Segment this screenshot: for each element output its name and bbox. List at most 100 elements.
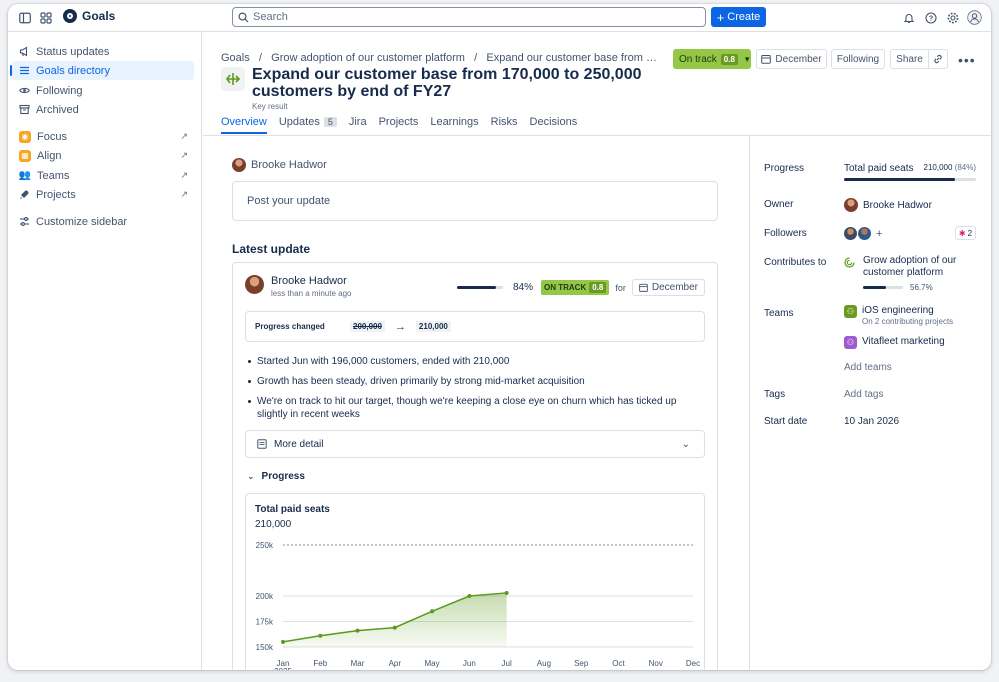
app-name: Goals <box>82 9 116 23</box>
x-tick-label: Jul <box>502 659 512 668</box>
plus-icon: + <box>716 9 725 25</box>
owner-name: Brooke Hadwor <box>863 199 932 211</box>
share-button[interactable]: Share <box>890 49 929 69</box>
team-vitafleet[interactable]: ⚇ Vitafleet marketing <box>844 336 945 349</box>
update-month-button[interactable]: December <box>631 279 705 296</box>
document-icon <box>257 439 267 449</box>
breadcrumb-current[interactable]: Expand our customer base from 170,000 to… <box>486 52 661 64</box>
update-feed: Brooke Hadwor Post your update Latest up… <box>232 136 718 670</box>
add-tags-button[interactable]: Add tags <box>844 389 883 400</box>
update-author-name[interactable]: Brooke Hadwor <box>271 275 352 287</box>
profile-avatar-icon[interactable] <box>967 10 982 25</box>
slack-followers-button[interactable]: ✱ 2 <box>955 226 976 240</box>
list-item: Started Jun with 196,000 customers, ende… <box>245 355 697 368</box>
add-teams-button[interactable]: Add teams <box>844 362 892 373</box>
more-actions-icon[interactable]: ••• <box>958 52 976 68</box>
breadcrumb-separator: / <box>252 52 269 64</box>
notifications-bell-icon[interactable] <box>902 11 916 25</box>
sidebar-item-goals-directory[interactable]: Goals directory <box>10 61 194 80</box>
customize-label: Customize sidebar <box>36 215 128 228</box>
tab-label: Overview <box>221 116 267 128</box>
data-point <box>318 633 323 638</box>
avatar <box>245 275 264 294</box>
page-title: Expand our customer base from 170,000 to… <box>252 66 642 100</box>
progress-fill <box>456 286 496 289</box>
link-icon <box>934 54 942 64</box>
avatar[interactable] <box>844 227 857 240</box>
copy-link-button[interactable] <box>928 49 948 69</box>
sidebar-customize[interactable]: Customize sidebar <box>12 212 194 231</box>
app-logo[interactable]: Goals <box>63 9 115 23</box>
new-value: 210,000 <box>415 321 451 332</box>
y-tick-label: 200k <box>256 592 274 601</box>
tab-risks[interactable]: Risks <box>491 116 518 134</box>
sidebar-item-projects[interactable]: Projects ↗ <box>12 185 194 204</box>
sidebar-item-following[interactable]: Following <box>12 81 194 100</box>
followers-label: Followers <box>764 228 807 239</box>
tab-jira[interactable]: Jira <box>349 116 367 134</box>
sidebar-item-label: Following <box>36 84 83 97</box>
progress-section-toggle[interactable]: ⌄ Progress <box>247 471 305 482</box>
sidebar-toggle-icon[interactable] <box>18 11 32 25</box>
breadcrumb-root[interactable]: Goals <box>221 52 250 64</box>
following-label: Following <box>836 53 880 65</box>
add-follower-icon[interactable]: + <box>876 228 882 240</box>
progress-section-label: Progress <box>261 471 305 482</box>
help-icon[interactable]: ? <box>924 11 938 25</box>
status-dropdown[interactable]: On track 0.8 ▾ <box>673 49 751 69</box>
app-switcher-icon[interactable] <box>39 11 53 25</box>
sidebar-item-teams[interactable]: 👥 Teams ↗ <box>12 166 194 185</box>
tab-learnings[interactable]: Learnings <box>430 116 478 134</box>
sliders-icon <box>20 217 29 226</box>
external-link-icon: ↗ <box>180 170 188 180</box>
tab-decisions[interactable]: Decisions <box>530 116 578 134</box>
latest-update-heading: Latest update <box>232 242 311 256</box>
settings-gear-icon[interactable] <box>946 11 960 25</box>
progress-bar <box>844 178 976 181</box>
key-result-icon <box>221 67 245 91</box>
due-date-button[interactable]: December <box>756 49 827 69</box>
data-point <box>430 609 435 614</box>
progress-amount: 210,000 (84%) <box>924 163 977 172</box>
contributes-field[interactable]: Grow adoption of our customer platform 5… <box>844 255 984 292</box>
progress-metric: Total paid seats <box>844 163 914 174</box>
sidebar-item-align[interactable]: ▦ Align ↗ <box>12 146 194 165</box>
tab-label: Projects <box>378 116 419 128</box>
create-button[interactable]: + Create <box>711 7 766 27</box>
sidebar-item-label: Archived <box>36 103 79 116</box>
x-tick-label: Aug <box>537 659 551 668</box>
megaphone-icon <box>19 46 28 57</box>
avatar[interactable] <box>858 227 871 240</box>
tab-overview[interactable]: Overview <box>221 116 267 134</box>
breadcrumb-separator: / <box>468 52 484 64</box>
breadcrumb-parent[interactable]: Grow adoption of our customer platform <box>271 52 465 64</box>
sidebar-item-focus[interactable]: ◉ Focus ↗ <box>12 127 194 146</box>
progress-percent: (84%) <box>954 163 976 172</box>
post-update-input[interactable]: Post your update <box>232 181 718 221</box>
external-link-icon: ↗ <box>180 150 188 160</box>
team-icon: ⚇ <box>844 305 857 318</box>
owner-field[interactable]: Brooke Hadwor <box>844 198 932 212</box>
teams-label: Teams <box>764 308 794 319</box>
tab-updates[interactable]: Updates 5 <box>279 116 337 134</box>
data-point <box>467 594 472 598</box>
sidebar-item-status-updates[interactable]: Status updates <box>12 42 194 61</box>
search-input[interactable]: Search <box>232 7 706 27</box>
tab-projects[interactable]: Projects <box>379 116 419 134</box>
search-placeholder: Search <box>253 11 288 23</box>
calendar-icon <box>639 283 648 292</box>
contributes-progress-bar <box>863 286 903 289</box>
series-area <box>283 592 507 647</box>
more-detail-label: More detail <box>274 438 324 450</box>
team-ios[interactable]: ⚇ iOS engineering On 2 contributing proj… <box>844 305 953 326</box>
details-panel: Progress Total paid seats 210,000 (84%) … <box>750 136 991 670</box>
following-button[interactable]: Following <box>831 49 885 69</box>
sidebar-item-label: Goals directory <box>36 64 110 77</box>
old-value: 200,000 <box>350 321 385 332</box>
align-app-icon: ▦ <box>19 149 31 162</box>
progress-changed-label: Progress changed <box>255 322 325 331</box>
start-date-value[interactable]: 10 Jan 2026 <box>844 416 899 427</box>
tab-label: Learnings <box>430 116 479 128</box>
more-detail-expander[interactable]: More detail ⌄ <box>245 430 705 458</box>
sidebar-item-archived[interactable]: Archived <box>12 100 194 119</box>
